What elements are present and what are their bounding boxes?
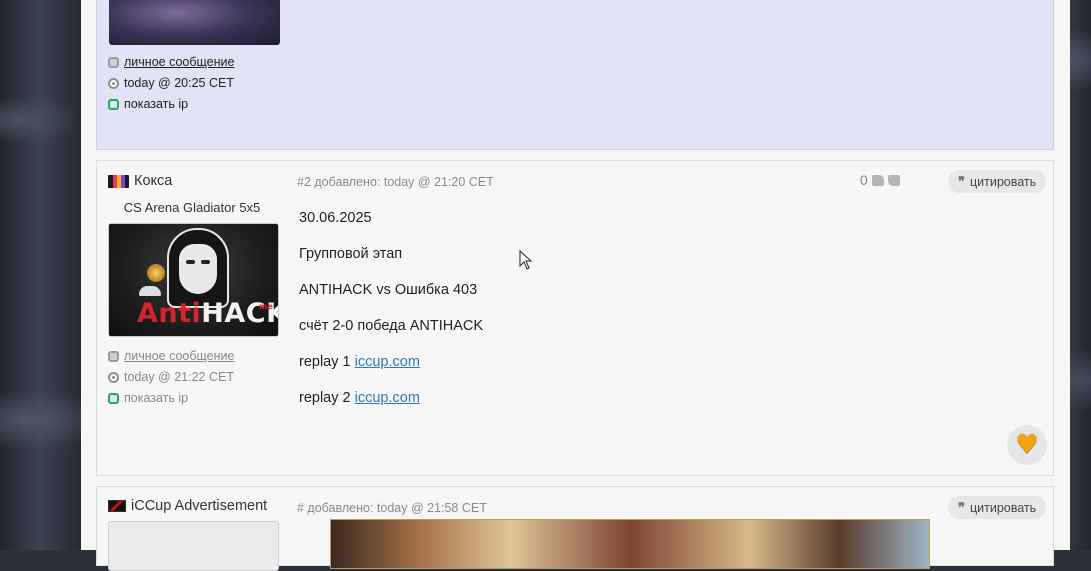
forum-post: Кокса CS Arena Gladiator 5x5 AntiHACK me… <box>96 160 1054 476</box>
quote-icon: ❞ <box>958 499 965 515</box>
cursor-icon <box>519 249 533 270</box>
private-message-link[interactable]: личное сообщение <box>108 55 234 69</box>
mask-graphic <box>179 244 217 294</box>
post-text-line: Групповой этап <box>299 246 403 262</box>
forum-post-highlighted: личное сообщение today @ 20:25 CET показ… <box>96 0 1054 150</box>
quote-button[interactable]: ❞ цитировать <box>948 170 1047 193</box>
show-ip-label[interactable]: показать ip <box>124 391 188 405</box>
like-heart-button[interactable]: ♥ <box>1007 425 1047 465</box>
user-title: CS Arena Gladiator 5x5 <box>123 200 261 215</box>
quote-button-label[interactable]: цитировать <box>970 501 1036 515</box>
clock-icon <box>108 77 119 89</box>
post-body: 30.06.2025 Групповой этап ANTIHACK vs Ош… <box>299 209 483 425</box>
author-name[interactable]: iCCup Advertisement <box>131 498 267 514</box>
message-icon <box>108 56 119 68</box>
flag-icon <box>108 500 126 512</box>
rating-count: 0 <box>860 172 868 188</box>
avatar-logo-suffix: me <box>259 302 273 311</box>
forum-thread: личное сообщение today @ 20:25 CET показ… <box>81 0 1070 571</box>
replay-line: replay 2 iccup.com <box>299 389 483 407</box>
replay-line: replay 1 iccup.com <box>299 353 483 371</box>
post-author[interactable]: iCCup Advertisement <box>108 498 267 514</box>
flag-icon <box>108 174 129 188</box>
avatar-logo-text: AntiHACK <box>137 298 279 329</box>
post-time: today @ 21:22 CET <box>108 370 234 384</box>
post-time-label: today @ 20:25 CET <box>124 76 234 90</box>
forum-post: iCCup Advertisement # добавлено: today @… <box>96 486 1054 571</box>
show-ip-link[interactable]: показать ip <box>108 97 188 111</box>
replay-link[interactable]: iccup.com <box>355 390 420 406</box>
quote-icon: ❞ <box>958 173 965 189</box>
ip-icon <box>108 98 119 110</box>
user-avatar <box>109 0 280 45</box>
private-message-label[interactable]: личное сообщение <box>124 55 234 69</box>
post-author[interactable]: Кокса <box>108 173 172 189</box>
user-avatar <box>108 521 279 571</box>
ip-icon <box>108 392 119 404</box>
post-header: # добавлено: today @ 21:58 CET <box>297 501 487 515</box>
thumbs-down-icon[interactable] <box>887 174 900 186</box>
replay-label: replay 2 <box>299 390 355 406</box>
user-avatar: AntiHACK me <box>108 223 279 337</box>
post-time-label: today @ 21:22 CET <box>124 370 234 384</box>
coin-graphic <box>147 264 165 282</box>
quote-button-label[interactable]: цитировать <box>970 175 1036 189</box>
advertisement-banner[interactable] <box>330 519 930 569</box>
mouse-cursor <box>519 249 533 274</box>
post-header: #2 добавлено: today @ 21:20 CET <box>297 175 494 189</box>
heart-icon: ♥ <box>1015 430 1039 460</box>
post-time: today @ 20:25 CET <box>108 76 234 90</box>
private-message-link[interactable]: личное сообщение <box>108 349 234 363</box>
replay-label: replay 1 <box>299 354 355 370</box>
thumbs-up-icon[interactable] <box>871 174 884 186</box>
message-icon <box>108 350 119 362</box>
show-ip-link[interactable]: показать ip <box>108 391 188 405</box>
clock-icon <box>108 371 119 383</box>
private-message-label[interactable]: личное сообщение <box>124 349 234 363</box>
hat-graphic <box>139 286 161 296</box>
quote-button[interactable]: ❞ цитировать <box>948 496 1047 519</box>
author-name[interactable]: Кокса <box>134 173 172 189</box>
post-rating: 0 <box>860 172 900 188</box>
post-text-line: счёт 2-0 победа ANTIHACK <box>299 318 484 334</box>
show-ip-label[interactable]: показать ip <box>124 97 188 111</box>
post-text-line: ANTIHACK vs Ошибка 403 <box>299 282 478 298</box>
replay-link[interactable]: iccup.com <box>355 354 420 370</box>
post-text-line: 30.06.2025 <box>299 210 372 226</box>
